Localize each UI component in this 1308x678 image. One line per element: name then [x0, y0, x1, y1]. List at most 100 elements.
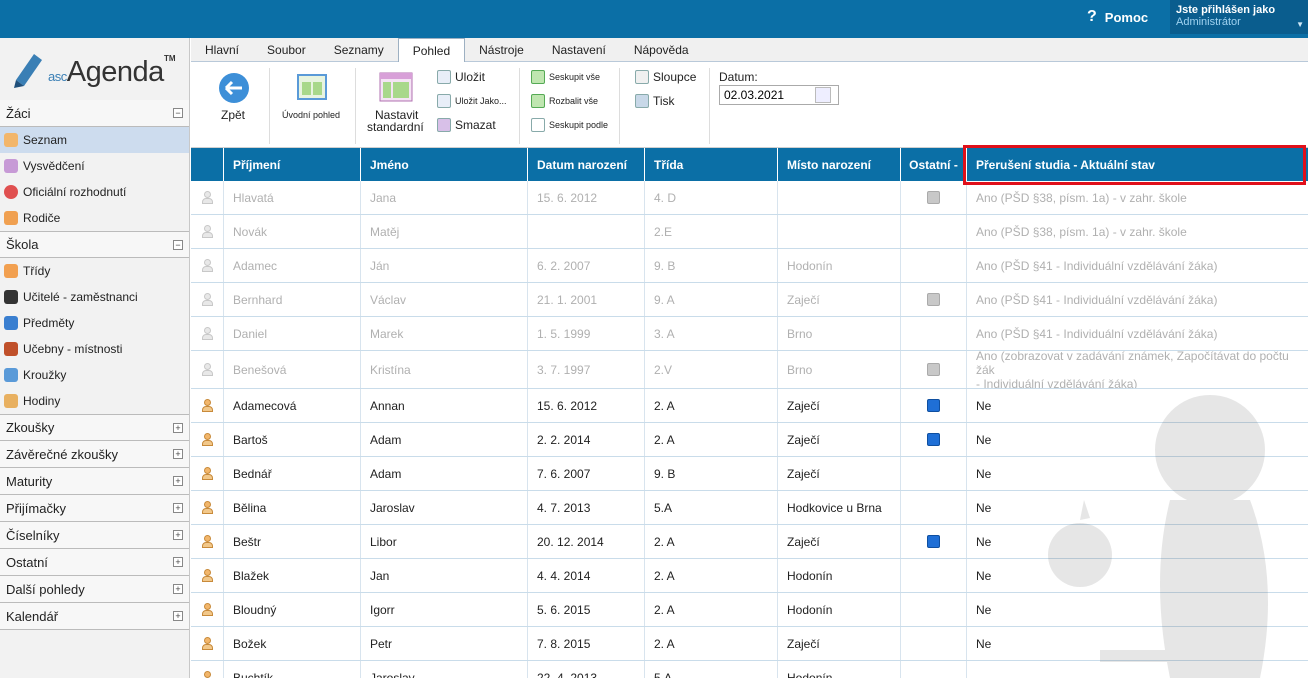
table-row[interactable]: Bartoš Adam 2. 2. 2014 2. A Zaječí Ne [191, 423, 1308, 457]
expand-all-button[interactable]: Rozbalit vše [531, 94, 598, 108]
header-ostatni[interactable]: Ostatní - [901, 148, 967, 181]
collapse-icon[interactable]: − [173, 108, 183, 118]
table-row[interactable]: Božek Petr 7. 8. 2015 2. A Zaječí Ne [191, 627, 1308, 661]
table-row[interactable]: Blažek Jan 4. 4. 2014 2. A Hodonín Ne [191, 559, 1308, 593]
sidebar-item-rodice[interactable]: Rodiče [0, 205, 189, 231]
cell-datum-narozeni: 15. 6. 2012 [528, 389, 645, 422]
user-menu[interactable]: Jste přihlášen jako Administrátor ▼ [1170, 0, 1308, 34]
section-zkousky[interactable]: Zkoušky + [0, 414, 189, 441]
group-all-button[interactable]: Seskupit vše [531, 70, 600, 84]
table-row[interactable]: Bernhard Václav 21. 1. 2001 9. A Zaječí Ano (… [191, 283, 1308, 317]
sidebar-item-oficialni-rozhodnuti[interactable]: Oficiální rozhodnutí [0, 179, 189, 205]
note-icon[interactable] [927, 433, 940, 446]
table-row[interactable]: Bělina Jaroslav 4. 7. 2013 5.A Hodkovice u B… [191, 491, 1308, 525]
help-button[interactable]: ? Pomoc [1087, 8, 1148, 26]
collapse-icon[interactable]: − [173, 239, 183, 250]
row-icon-cell [191, 423, 224, 456]
cell-preruseni-studia: Ne [976, 398, 992, 413]
table-row[interactable]: Bednář Adam 7. 6. 2007 9. B Zaječí Ne [191, 457, 1308, 491]
tab-nastroje[interactable]: Nástroje [465, 38, 538, 62]
note-icon[interactable] [927, 293, 940, 306]
expand-icon[interactable]: + [173, 503, 183, 513]
table-row[interactable]: Adamec Ján 6. 2. 2007 9. B Hodonín Ano (PŠD §… [191, 249, 1308, 283]
header-misto-narozeni[interactable]: Místo narození [778, 148, 901, 181]
tab-pohled[interactable]: Pohled [397, 38, 466, 63]
table-row[interactable]: Buchtík Jaroslav 22. 4. 2013 5.A Hodonín [191, 661, 1308, 678]
separator [269, 68, 270, 144]
header-trida[interactable]: Třída [645, 148, 778, 181]
section-zaci[interactable]: Žáci − [0, 100, 189, 127]
table-row[interactable]: Bloudný Igorr 5. 6. 2015 2. A Hodonín Ne [191, 593, 1308, 627]
tab-soubor[interactable]: Soubor [253, 38, 320, 62]
expand-icon[interactable]: + [173, 449, 183, 459]
cell-trida: 9. B [645, 249, 778, 282]
student-icon [201, 568, 213, 583]
note-icon[interactable] [927, 535, 940, 548]
cell-prijmeni: Adamec [224, 249, 361, 282]
expand-icon[interactable]: + [173, 422, 183, 433]
header-datum-narozeni[interactable]: Datum narození [528, 148, 645, 181]
table-row[interactable]: Beštr Libor 20. 12. 2014 2. A Zaječí Ne [191, 525, 1308, 559]
cell-preruseni-studia: Ano (PŠD §41 - Individuální vzdělávání ž… [976, 292, 1218, 307]
table-row[interactable]: Adamecová Annan 15. 6. 2012 2. A Zaječí Ne [191, 389, 1308, 423]
sidebar-item-seznam[interactable]: Seznam [0, 127, 189, 153]
header-jmeno[interactable]: Jméno [361, 148, 528, 181]
sidebar-item-predmety[interactable]: Předměty [0, 310, 189, 336]
pen-logo-icon [14, 54, 42, 88]
tab-seznamy[interactable]: Seznamy [320, 38, 398, 62]
table-row[interactable]: Benešová Kristína 3. 7. 1997 2.V Brno Ano (zo… [191, 351, 1308, 389]
sidebar-item-ucebny[interactable]: Učebny - místnosti [0, 336, 189, 362]
expand-icon[interactable]: + [173, 611, 183, 621]
sidebar-item-krouzky[interactable]: Kroužky [0, 362, 189, 388]
table-row[interactable]: Hlavatá Jana 15. 6. 2012 4. D Ano (PŠD §38, … [191, 181, 1308, 215]
section-skola[interactable]: Škola − [0, 231, 189, 258]
section-ciselniky[interactable]: Číselníky + [0, 522, 189, 549]
date-label: Datum: [719, 70, 758, 84]
section-maturity[interactable]: Maturity + [0, 468, 189, 495]
expand-icon[interactable]: + [173, 557, 183, 567]
section-ostatni[interactable]: Ostatní + [0, 549, 189, 576]
group-by-button[interactable]: Seskupit podle [531, 118, 608, 132]
expand-icon[interactable]: + [173, 584, 183, 594]
table-row[interactable]: Novák Matěj 2.E Ano (PŠD §38, písm. 1a) - v… [191, 215, 1308, 249]
save-label: Uložit [455, 70, 486, 84]
cell-prijmeni: Novák [224, 215, 361, 248]
tab-hlavni[interactable]: Hlavní [191, 38, 253, 62]
delete-button[interactable]: Smazat [437, 118, 496, 132]
sidebar-item-hodiny[interactable]: Hodiny [0, 388, 189, 414]
note-icon[interactable] [927, 191, 940, 204]
expand-icon[interactable]: + [173, 476, 183, 486]
calendar-icon[interactable] [815, 87, 831, 103]
section-prijimacky[interactable]: Přijímačky + [0, 495, 189, 522]
print-button[interactable]: Tisk [635, 94, 675, 108]
back-button[interactable]: Zpět [217, 72, 251, 132]
sidebar-item-tridy[interactable]: Třídy [0, 258, 189, 284]
set-default-button[interactable]: Nastavit standardní [365, 72, 429, 142]
cell-misto-narozeni: Brno [778, 317, 901, 350]
sidebar-item-vysvedceni[interactable]: Vysvědčení [0, 153, 189, 179]
table-row[interactable]: Daniel Marek 1. 5. 1999 3. A Brno Ano (PŠD §4… [191, 317, 1308, 351]
columns-button[interactable]: Sloupce [635, 70, 696, 84]
section-kalendar[interactable]: Kalendář + [0, 603, 189, 630]
cell-jmeno: Jaroslav [361, 661, 528, 678]
student-icon [201, 292, 213, 307]
header-preruseni-studia[interactable]: Přerušení studia - Aktuální stav [967, 148, 1308, 181]
note-icon[interactable] [927, 363, 940, 376]
section-zaverecne-zkousky[interactable]: Závěrečné zkoušky + [0, 441, 189, 468]
note-icon[interactable] [927, 399, 940, 412]
tab-nastaveni[interactable]: Nastavení [538, 38, 620, 62]
cell-datum-narozeni: 1. 5. 1999 [528, 317, 645, 350]
section-dalsi-pohledy[interactable]: Další pohledy + [0, 576, 189, 603]
cell-prijmeni: Bělina [224, 491, 361, 524]
sidebar-item-ucitele[interactable]: Učitelé - zaměstnanci [0, 284, 189, 310]
arrow-left-icon [219, 73, 249, 103]
tab-napoveda[interactable]: Nápověda [620, 38, 703, 62]
cell-misto-narozeni: Zaječí [778, 627, 901, 660]
save-as-button[interactable]: Uložit Jako... [437, 94, 507, 108]
cell-trida: 2.V [645, 351, 778, 388]
intro-view-button[interactable]: Úvodní pohled [279, 74, 347, 124]
save-button[interactable]: Uložit [437, 70, 485, 84]
expand-icon[interactable]: + [173, 530, 183, 540]
cell-datum-narozeni: 3. 7. 1997 [528, 351, 645, 388]
header-prijmeni[interactable]: Příjmení [224, 148, 361, 181]
